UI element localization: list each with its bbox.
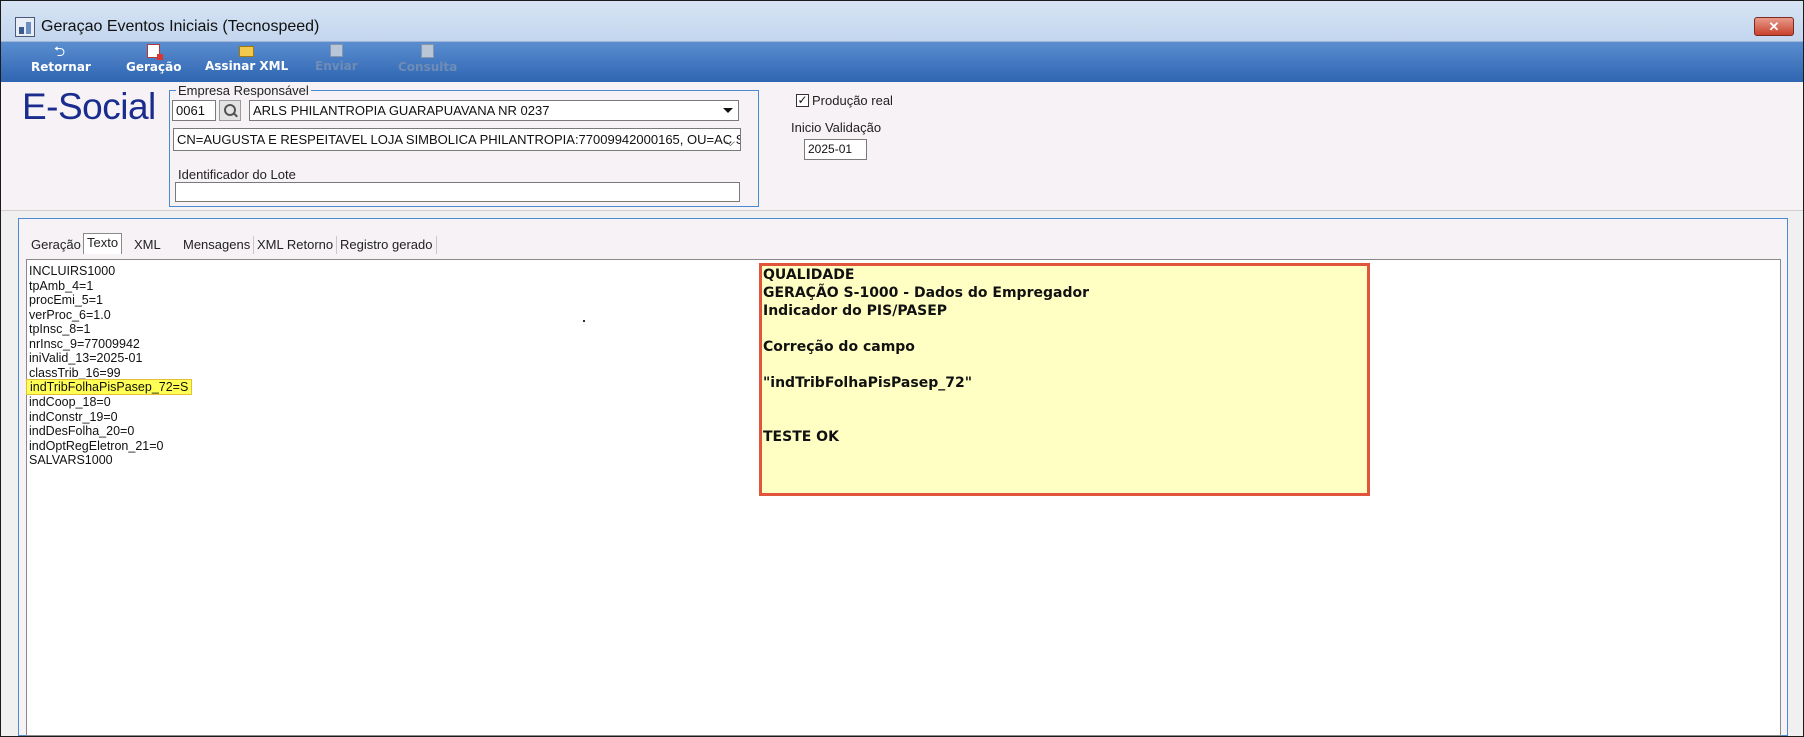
note-line: TESTE OK bbox=[763, 429, 839, 445]
tab-texto[interactable]: Texto bbox=[83, 233, 123, 254]
sign-xml-label: Assinar XML bbox=[205, 59, 289, 73]
return-button[interactable]: Retornar bbox=[31, 41, 91, 74]
start-validation-label: Inicio Validação bbox=[791, 120, 882, 135]
company-group-label: Empresa Responsável bbox=[176, 83, 311, 98]
query-button[interactable]: Consulta bbox=[398, 44, 457, 74]
app-icon bbox=[15, 17, 35, 37]
close-button[interactable]: ✕ bbox=[1754, 17, 1794, 36]
tab-mensagens[interactable]: Mensagens bbox=[180, 236, 255, 254]
note-line: Correção do campo bbox=[763, 339, 915, 355]
title-bar[interactable]: Geraçao Eventos Iniciais (Tecnospeed) ✕ bbox=[1, 1, 1803, 42]
generate-label: Geração bbox=[126, 60, 182, 74]
text-line: SALVARS1000 bbox=[29, 453, 113, 467]
toolbar: Retornar Geração Assinar XML Enviar Cons… bbox=[1, 41, 1803, 82]
company-search-button[interactable] bbox=[219, 100, 241, 121]
window-title: Geraçao Eventos Iniciais (Tecnospeed) bbox=[41, 18, 320, 35]
text-line: indConstr_19=0 bbox=[29, 409, 118, 424]
tab-registro-gerado[interactable]: Registro gerado bbox=[337, 236, 437, 254]
tab-xml[interactable]: XML bbox=[131, 236, 164, 254]
note-line: GERAÇÃO S-1000 - Dados do Empregador bbox=[763, 285, 1089, 301]
text-line: verProc_6=1.0 bbox=[29, 307, 111, 322]
tab-geracao[interactable]: Geração bbox=[28, 236, 85, 254]
sign-xml-button[interactable]: Assinar XML bbox=[205, 44, 288, 73]
start-validation-input[interactable]: 2025-01 bbox=[804, 139, 867, 160]
send-label: Enviar bbox=[315, 59, 358, 73]
certificate-select-value: CN=AUGUSTA E RESPEITAVEL LOJA SIMBOLICA … bbox=[177, 132, 741, 147]
note-line: QUALIDADE bbox=[763, 267, 855, 283]
company-select-value: ARLS PHILANTROPIA GUARAPUAVANA NR 0237 bbox=[253, 103, 550, 118]
generate-button[interactable]: Geração bbox=[126, 44, 181, 74]
document-icon bbox=[147, 44, 164, 60]
batch-id-input[interactable] bbox=[175, 182, 740, 202]
highlighted-text-line: indTribFolhaPisPasep_72=S bbox=[26, 379, 193, 395]
tab-xml-retorno[interactable]: XML Retorno bbox=[254, 236, 338, 254]
note-line: "indTribFolhaPisPasep_72" bbox=[763, 375, 972, 391]
send-icon bbox=[329, 44, 343, 57]
note-line: Indicador do PIS/PASEP bbox=[763, 303, 948, 319]
dropdown-arrow-icon bbox=[723, 108, 733, 113]
text-line: indCoop_18=0 bbox=[29, 395, 111, 409]
sign-icon bbox=[239, 46, 255, 57]
production-checkbox[interactable]: ✓ bbox=[796, 94, 809, 107]
company-code-input[interactable]: 0061 bbox=[172, 100, 216, 121]
text-line: indDesFolha_20=0 bbox=[29, 424, 135, 438]
text-line: tpInsc_8=1 bbox=[29, 322, 91, 336]
text-line: INCLUIRS1000 bbox=[29, 264, 116, 278]
text-line: nrInsc_9=77009942 bbox=[29, 336, 140, 351]
chevron-down-icon: ⌵ bbox=[725, 135, 735, 149]
text-line: procEmi_5=1 bbox=[29, 293, 103, 307]
text-line: iniValid_13=2025-01 bbox=[29, 351, 143, 365]
brand-logo: E-Social bbox=[22, 86, 156, 127]
query-icon bbox=[421, 44, 435, 58]
certificate-select[interactable]: CN=AUGUSTA E RESPEITAVEL LOJA SIMBOLICA … bbox=[173, 128, 741, 151]
query-label: Consulta bbox=[398, 60, 458, 74]
company-select[interactable]: ARLS PHILANTROPIA GUARAPUAVANA NR 0237 bbox=[249, 100, 739, 121]
text-line: classTrib_16=99 bbox=[29, 365, 121, 380]
batch-id-label: Identificador do Lote bbox=[178, 167, 296, 182]
text-line: indOptRegEletron_21=0 bbox=[29, 438, 164, 453]
stray-dot bbox=[583, 320, 585, 322]
production-label: Produção real bbox=[812, 93, 893, 108]
send-button[interactable]: Enviar bbox=[315, 44, 358, 73]
app-window: Geraçao Eventos Iniciais (Tecnospeed) ✕ … bbox=[0, 0, 1804, 737]
return-icon bbox=[53, 41, 69, 65]
text-line: tpAmb_4=1 bbox=[29, 278, 94, 293]
